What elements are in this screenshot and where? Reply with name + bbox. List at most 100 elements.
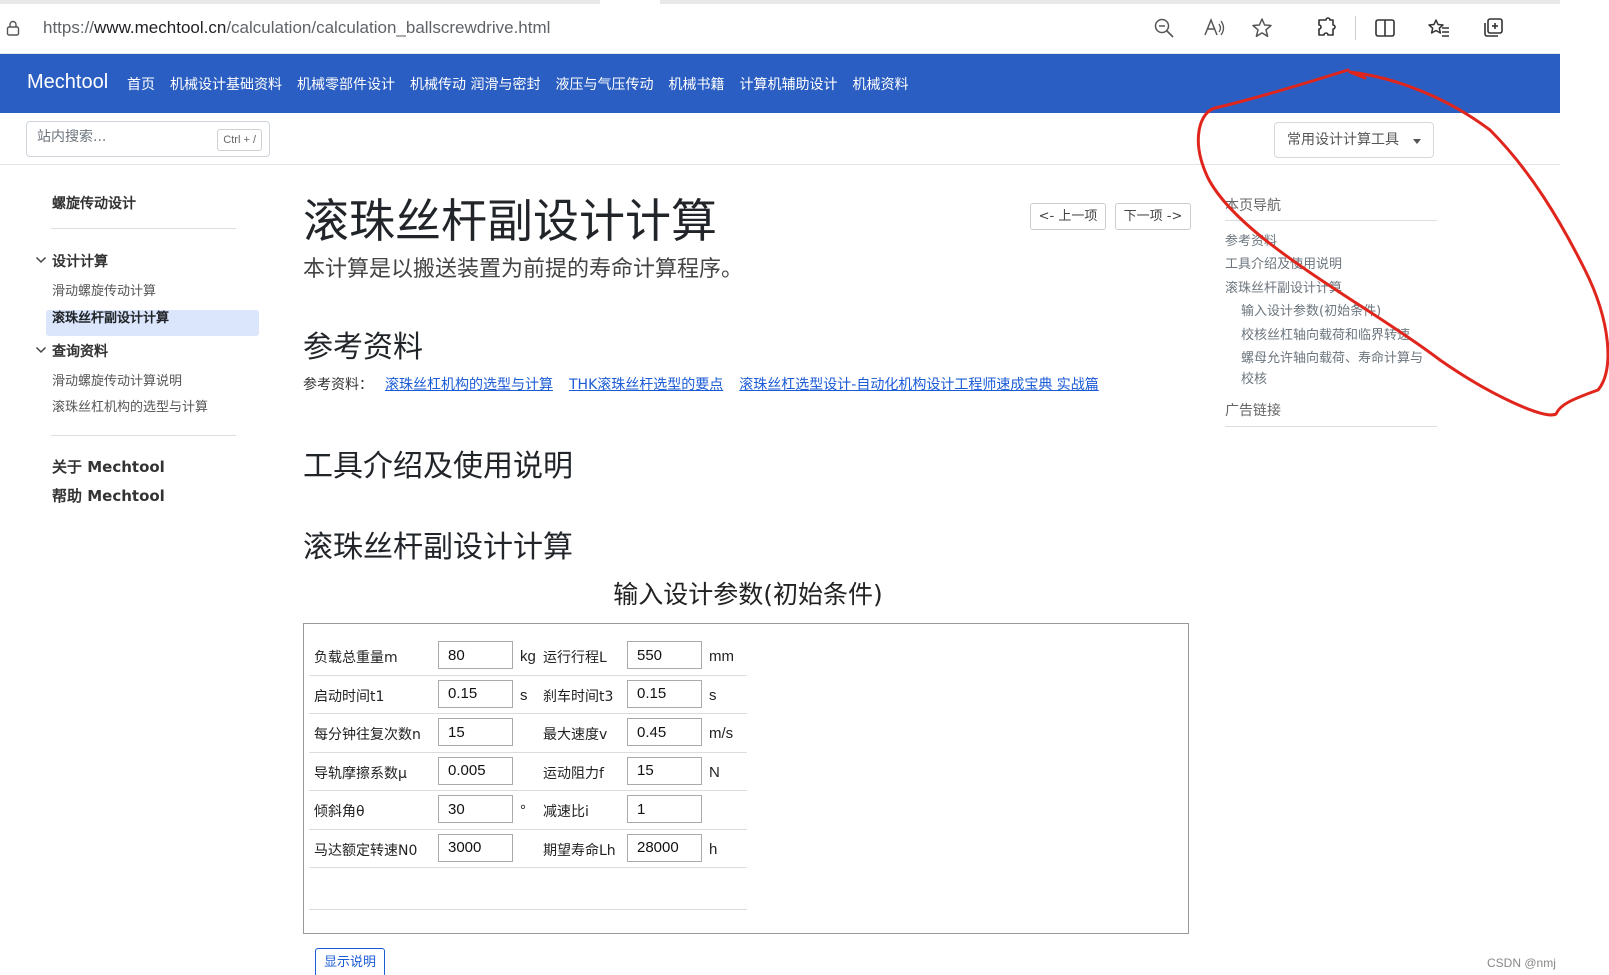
ref-link-3[interactable]: 滚珠丝杠选型设计-自动化机构设计工程师速成宝典 实战篇 <box>739 377 1099 393</box>
sidebar-item-sliding-screw[interactable]: 滑动螺旋传动计算 <box>52 280 156 299</box>
next-button[interactable]: 下一项 -> <box>1115 203 1191 230</box>
tab-strip <box>0 0 1560 4</box>
param-input[interactable] <box>438 756 513 785</box>
browser-address-bar: https://www.mechtool.cn/calculation/calc… <box>0 0 1560 54</box>
nav-link-books[interactable]: 机械书籍 <box>668 74 724 94</box>
refs-heading: 参考资料 <box>303 330 423 365</box>
chevron-down-icon[interactable] <box>35 344 47 356</box>
param-input[interactable] <box>438 641 513 669</box>
zoom-out-icon[interactable] <box>1152 16 1176 40</box>
sidebar-section-title[interactable]: 螺旋传动设计 <box>52 193 136 213</box>
param-label: 最大速度v <box>543 727 608 743</box>
prev-button[interactable]: <- 上一项 <box>1030 203 1106 230</box>
nav-link-transmission[interactable]: 机械传动 润滑与密封 <box>410 74 540 94</box>
toolbar-separator <box>1355 16 1356 40</box>
sidebar-about[interactable]: 关于 Mechtool <box>52 456 165 477</box>
param-input[interactable] <box>438 833 513 862</box>
sidebar-group-reference[interactable]: 查询资料 <box>52 341 108 361</box>
toc-item-intro[interactable]: 工具介绍及使用说明 <box>1225 253 1342 272</box>
toc-subitem-nut-life[interactable]: 螺母允许轴向载荷、寿命计算与 <box>1241 347 1423 366</box>
sidebar-item-ballscrew-selection[interactable]: 滚珠丝杠机构的选型与计算 <box>52 396 208 415</box>
toc-ads[interactable]: 广告链接 <box>1225 400 1281 420</box>
read-aloud-icon[interactable] <box>1202 16 1226 40</box>
lock-icon[interactable] <box>6 20 20 36</box>
toc-heading: 本页导航 <box>1225 198 1281 214</box>
common-tools-dropdown[interactable]: 常用设计计算工具 <box>1274 122 1434 158</box>
param-label: 期望寿命Lh <box>543 842 616 859</box>
param-label: 运动阻力f <box>543 765 604 782</box>
favorites-icon[interactable] <box>1427 16 1451 40</box>
calc-row: 负载总重量m kg 运行行程L mm <box>309 637 747 676</box>
param-unit: N <box>709 763 720 781</box>
param-input[interactable] <box>438 795 513 823</box>
ref-link-1[interactable]: 滚珠丝杠机构的选型与计算 <box>385 377 553 393</box>
show-explanation-button[interactable]: 显示说明 <box>315 948 385 975</box>
sidebar-divider <box>51 228 236 229</box>
chevron-down-icon[interactable] <box>35 254 47 266</box>
param-unit: m/s <box>709 725 734 742</box>
param-input[interactable] <box>627 795 702 823</box>
toc-divider <box>1225 220 1437 221</box>
calc-row: 马达额定转速N0 期望寿命Lh h <box>309 830 747 868</box>
param-input[interactable] <box>627 718 702 746</box>
param-unit: kg <box>520 648 536 665</box>
toc-divider <box>1225 426 1437 427</box>
form-caption: 输入设计参数(初始条件) <box>613 580 883 609</box>
tools-dropdown-label: 常用设计计算工具 <box>1287 132 1399 148</box>
nav-link-materials[interactable]: 机械资料 <box>852 74 908 94</box>
calc-row: 导轨摩擦系数μ 运动阻力f N <box>309 753 747 791</box>
caret-down-icon <box>1413 139 1421 144</box>
nav-link-components[interactable]: 机械零部件设计 <box>297 74 395 94</box>
toc-subitem-inputs[interactable]: 输入设计参数(初始条件) <box>1241 300 1381 319</box>
param-unit: h <box>709 840 718 858</box>
param-input[interactable] <box>438 718 513 746</box>
param-input[interactable] <box>627 833 702 862</box>
ref-link-2[interactable]: THK滚珠丝杆选型的要点 <box>569 377 723 393</box>
site-search[interactable]: Ctrl + / <box>26 121 270 157</box>
toc-subitem-nut-life-cont[interactable]: 校核 <box>1241 368 1267 387</box>
param-label: 减速比i <box>543 804 589 820</box>
site-navbar: Mechtool 首页 机械设计基础资料 机械零部件设计 机械传动 润滑与密封 … <box>0 54 1560 113</box>
address-url[interactable]: https://www.mechtool.cn/calculation/calc… <box>43 18 550 38</box>
toc-subitem-check-load[interactable]: 校核丝杠轴向载荷和临界转速 <box>1241 324 1410 343</box>
calc-results-area <box>309 868 747 910</box>
param-input[interactable] <box>438 679 513 708</box>
nav-link-hydraulics[interactable]: 液压与气压传动 <box>555 74 653 94</box>
sidebar-item-sliding-screw-notes[interactable]: 滑动螺旋传动计算说明 <box>52 370 182 389</box>
intro-heading: 工具介绍及使用说明 <box>303 449 573 484</box>
nav-link-cad[interactable]: 计算机辅助设计 <box>739 74 837 94</box>
sidebar-divider <box>51 435 236 436</box>
calc-table: 负载总重量m kg 运行行程L mm 启动时间t1 s 刹车时间t3 s 每分钟往复次数n 最大速… <box>309 637 747 910</box>
toc-item-refs[interactable]: 参考资料 <box>1225 230 1277 249</box>
param-input[interactable] <box>627 641 702 669</box>
collections-icon[interactable] <box>1481 16 1505 40</box>
watermark: CSDN @nmj <box>1487 956 1556 970</box>
page-lead: 本计算是以搬送装置为前提的寿命计算程序。 <box>303 257 744 282</box>
split-screen-icon[interactable] <box>1373 16 1397 40</box>
param-label: 运行行程L <box>543 650 607 666</box>
nav-link-home[interactable]: 首页 <box>127 74 155 94</box>
param-label: 启动时间t1 <box>314 688 385 705</box>
brand-logo[interactable]: Mechtool <box>27 71 108 94</box>
extensions-icon[interactable] <box>1314 16 1338 40</box>
sidebar-item-ballscrew[interactable]: 滚珠丝杆副设计计算 <box>52 307 169 326</box>
param-input[interactable] <box>627 756 702 785</box>
param-label: 导轨摩擦系数μ <box>314 765 407 782</box>
nav-links: 首页 机械设计基础资料 机械零部件设计 机械传动 润滑与密封 液压与气压传动 机… <box>127 74 923 94</box>
nav-link-basics[interactable]: 机械设计基础资料 <box>170 74 282 94</box>
sidebar-help[interactable]: 帮助 Mechtool <box>52 485 165 506</box>
toc-item-calc[interactable]: 滚珠丝杆副设计计算 <box>1225 277 1342 296</box>
param-unit: ° <box>520 802 526 819</box>
calc-heading: 滚珠丝杆副设计计算 <box>303 530 573 565</box>
param-label: 刹车时间t3 <box>543 688 614 705</box>
favorite-star-icon[interactable] <box>1250 16 1274 40</box>
search-input[interactable] <box>37 129 197 145</box>
param-label: 每分钟往复次数n <box>314 727 421 743</box>
param-input[interactable] <box>627 679 702 708</box>
search-shortcut-hint: Ctrl + / <box>217 129 262 151</box>
sidebar-group-design-calc[interactable]: 设计计算 <box>52 251 108 271</box>
param-label: 负载总重量m <box>314 650 398 666</box>
refs-line: 参考资料： 滚珠丝杠机构的选型与计算 THK滚珠丝杆选型的要点 滚珠丝杠选型设计-自动… <box>303 374 1115 394</box>
page-title: 滚珠丝杆副设计计算 <box>303 194 717 248</box>
calc-row: 倾斜角θ ° 减速比i <box>309 791 747 830</box>
